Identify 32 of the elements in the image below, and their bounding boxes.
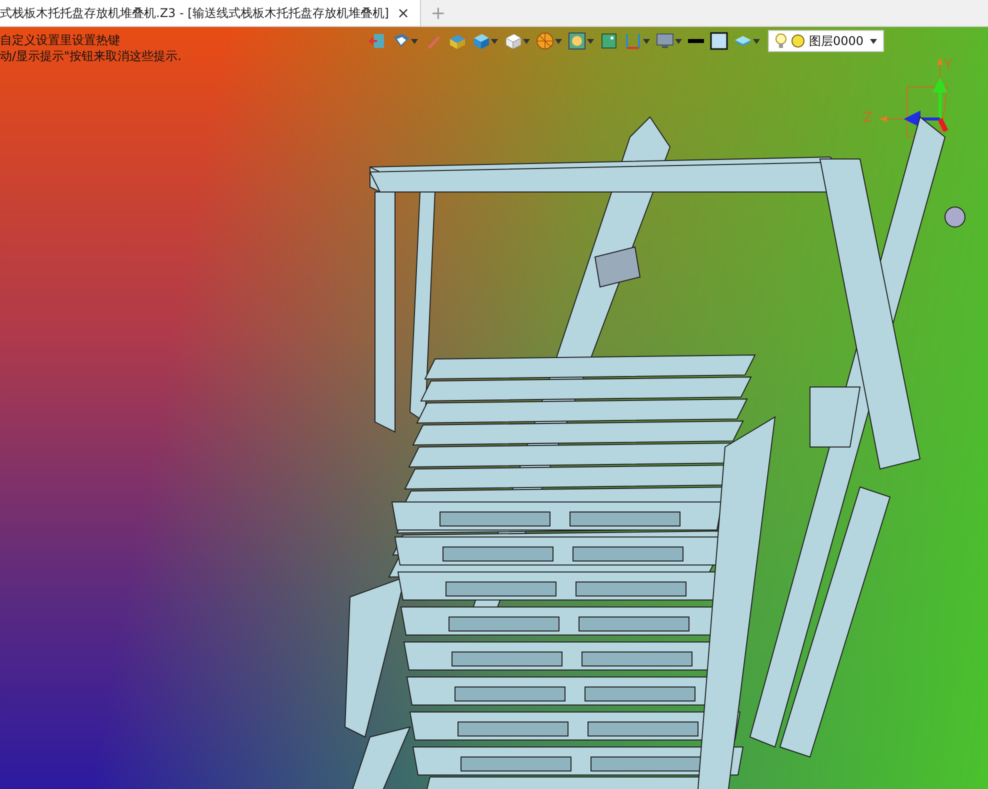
square-icon: [710, 32, 728, 50]
cube-icon: [472, 32, 490, 50]
caret-icon: [643, 38, 650, 44]
cube-icon: [448, 32, 466, 50]
caret-icon: [675, 38, 682, 44]
axis-label: Y: [944, 57, 953, 73]
picture-icon: [568, 32, 586, 50]
caret-icon: [753, 38, 760, 44]
caret-icon: [491, 38, 498, 44]
document-tab[interactable]: 式栈板木托托盘存放机堆叠机.Z3 - [输送线式栈板木托托盘存放机堆叠机] ×: [0, 0, 421, 26]
sphere-tool[interactable]: [534, 30, 564, 52]
caret-icon: [555, 38, 562, 44]
monitor-icon: [656, 32, 674, 50]
picture-tool[interactable]: [566, 30, 596, 52]
hint-text: 自定义设置里设置热键: [0, 32, 121, 48]
layer-dropdown[interactable]: 图层0000: [768, 30, 884, 52]
bulb-icon: [775, 33, 787, 49]
sphere-icon: [536, 32, 554, 50]
tab-title: 式栈板木托托盘存放机堆叠机.Z3 - [输送线式栈板木托托盘存放机堆叠机]: [0, 4, 389, 22]
caret-icon: [870, 38, 877, 44]
caret-icon: [523, 38, 530, 44]
cube-icon: [504, 32, 522, 50]
frame-icon: [624, 32, 642, 50]
square-tool[interactable]: [708, 30, 730, 52]
circle-icon: [791, 34, 805, 48]
axis-label: Z: [863, 110, 873, 126]
close-button[interactable]: ×: [395, 4, 412, 22]
caret-icon: [587, 38, 594, 44]
caret-icon: [411, 38, 418, 44]
exit-icon: [368, 32, 386, 50]
hint-text: 动/显示提示"按钮来取消这些提示.: [0, 48, 182, 64]
image-icon: [600, 32, 618, 50]
